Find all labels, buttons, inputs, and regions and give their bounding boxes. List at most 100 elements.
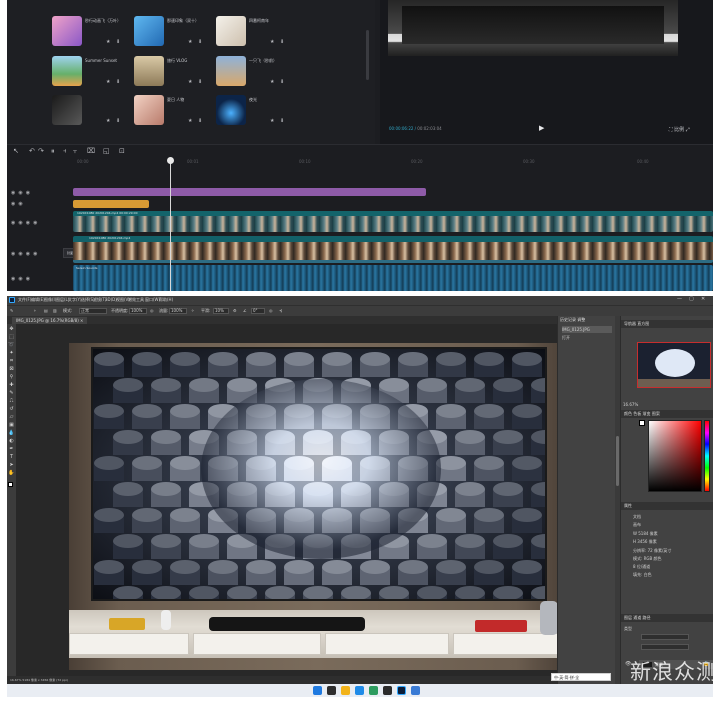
download-icon[interactable]: ⬇ [198,39,202,45]
clip-audio[interactable]: Serein Sounds [73,265,713,291]
properties-height[interactable]: H 3456 像素 [633,539,657,545]
healing-tool-icon[interactable]: ✚ [8,382,15,389]
marquee-tool-icon[interactable]: ⬚ [8,334,15,341]
media-item[interactable]: 夜光 ★ ⬇ [216,95,294,132]
video-editor-icon[interactable] [383,686,392,695]
download-icon[interactable]: ⬇ [198,79,202,85]
properties-fill[interactable]: 填充: 白色 [633,572,652,578]
brush-settings-icon[interactable]: ▤ [44,308,48,313]
download-icon[interactable]: ⬇ [280,118,284,124]
menu-window[interactable]: 窗口(W) [145,297,160,303]
fill-input[interactable] [641,644,689,650]
media-item[interactable]: 夏日 人物 ★ ⬇ [134,95,212,132]
track-controls[interactable]: ◉◉◉ [11,190,33,196]
split-right-icon[interactable]: ⫟ [73,147,77,156]
playhead[interactable] [170,158,171,291]
foreground-color-swatch[interactable] [8,482,13,487]
close-icon[interactable]: ✕ [701,296,705,302]
track-controls[interactable]: ◉◉◉ [11,276,33,282]
favorite-icon[interactable]: ★ [270,39,274,45]
gear-icon[interactable]: ⚙ [233,308,237,313]
favorite-icon[interactable]: ★ [188,39,192,45]
download-icon[interactable]: ⬇ [280,39,284,45]
stamp-tool-icon[interactable]: ⎍ [8,398,15,405]
select-tool-icon[interactable]: ↖ [13,147,19,155]
preview-controls[interactable]: ⛶ 比例 ⤢ [669,126,690,133]
media-item[interactable]: 一只飞（秒前） ★ ⬇ [216,56,294,93]
navigator-tab[interactable]: 导航器 直方图 [621,320,713,328]
download-icon[interactable]: ⬇ [280,79,284,85]
zoom-level[interactable]: 16.67% [623,402,638,407]
lasso-tool-icon[interactable]: ➰ [8,342,15,349]
file-explorer-icon[interactable] [341,686,350,695]
media-item[interactable]: ★ ⬇ [52,95,130,132]
favorite-icon[interactable]: ★ [188,79,192,85]
type-tool-icon[interactable]: T [8,454,15,461]
eyedropper-tool-icon[interactable]: ⚲ [8,374,15,381]
playhead-handle[interactable] [167,157,174,164]
clip-video-main[interactable]: 1920X1080 20201204.mp4 00:00:29:00 [73,211,713,232]
media-item[interactable]: 四番柯南年 ★ ⬇ [216,16,294,53]
mask-icon[interactable]: ◱ [103,147,110,155]
history-tab[interactable]: 历史记录 调整 [560,317,585,323]
app-icon[interactable] [411,686,420,695]
maximize-icon[interactable]: ▢ [689,296,694,302]
dodge-tool-icon[interactable]: ◐ [8,438,15,445]
pen-tool-icon[interactable]: ✒ [8,446,15,453]
mode-select[interactable]: 正常 [79,308,107,314]
download-icon[interactable]: ⬇ [116,39,120,45]
path-select-tool-icon[interactable]: ➤ [8,462,15,469]
track-controls[interactable]: ◉◉ [11,201,26,207]
search-icon[interactable] [327,686,336,695]
document-image[interactable] [69,343,566,670]
media-item[interactable]: 旅行 VLOG ★ ⬇ [134,56,212,93]
fullscreen-icon[interactable]: ⛶ [669,127,673,133]
blend-mode-select[interactable] [641,634,689,640]
favorite-icon[interactable]: ★ [106,79,110,85]
opacity-input[interactable]: 100% [129,308,147,314]
eraser-tool-icon[interactable]: ▱ [8,414,15,421]
download-icon[interactable]: ⬇ [116,118,120,124]
favorite-icon[interactable]: ★ [188,118,192,124]
frame-tool-icon[interactable]: ⊠ [8,366,15,373]
toggle-panel-icon[interactable]: ▥ [53,308,57,313]
foreground-color-swatch[interactable] [639,420,645,426]
symmetry-icon[interactable]: ⊰ [279,308,282,313]
menu-help[interactable]: 帮助(H) [159,297,173,303]
undo-icon[interactable]: ↶ [29,147,35,155]
favorite-icon[interactable]: ★ [106,39,110,45]
menu-type[interactable]: 文字(Y) [68,297,82,303]
pressure-size-icon[interactable]: ◎ [269,308,273,313]
layer-filter-kind[interactable]: 类型 [624,626,632,632]
split-icon[interactable]: ⏸ [51,147,55,156]
menu-file[interactable]: 文件(F) [18,297,31,303]
properties-tab[interactable]: 属性 [621,502,713,510]
ime-toolbar[interactable]: 中·英·简·拼·全 [551,673,611,681]
document-tab[interactable]: IMG_0125.JPG @ 16.7%(RGB/8) × [12,317,88,324]
color-tab[interactable]: 颜色 色板 渐变 图案 [621,410,713,418]
favorite-icon[interactable]: ★ [270,79,274,85]
minimize-icon[interactable]: — [677,296,682,302]
canvas-area[interactable] [16,324,566,684]
download-icon[interactable]: ⬇ [198,118,202,124]
pressure-opacity-icon[interactable]: ◎ [150,308,154,313]
play-icon[interactable]: ▶ [539,124,544,132]
properties-resolution[interactable]: 分辨率: 72 像素/英寸 [633,548,671,554]
history-brush-tool-icon[interactable]: ↺ [8,406,15,413]
menu-image[interactable]: 图像(I) [44,297,56,303]
brush-tool-icon[interactable]: ✎ [8,390,15,397]
flow-input[interactable]: 100% [169,308,187,314]
crop-icon[interactable]: ⊡ [119,147,125,155]
brush-preset-icon[interactable]: ⚬ [33,308,36,313]
angle-icon[interactable]: ∠ [243,308,247,313]
start-icon[interactable] [313,686,322,695]
track-controls[interactable]: ◉◉◉◉ [11,220,40,226]
favorite-icon[interactable]: ★ [270,118,274,124]
redo-icon[interactable]: ↷ [38,147,44,155]
hand-tool-icon[interactable]: ✋ [8,470,15,477]
smoothing-input[interactable]: 10% [213,308,229,314]
media-scrollbar[interactable] [366,30,369,80]
angle-input[interactable]: 0° [251,308,265,314]
download-icon[interactable]: ⬇ [116,79,120,85]
crop-tool-icon[interactable]: ⌗ [8,358,15,365]
